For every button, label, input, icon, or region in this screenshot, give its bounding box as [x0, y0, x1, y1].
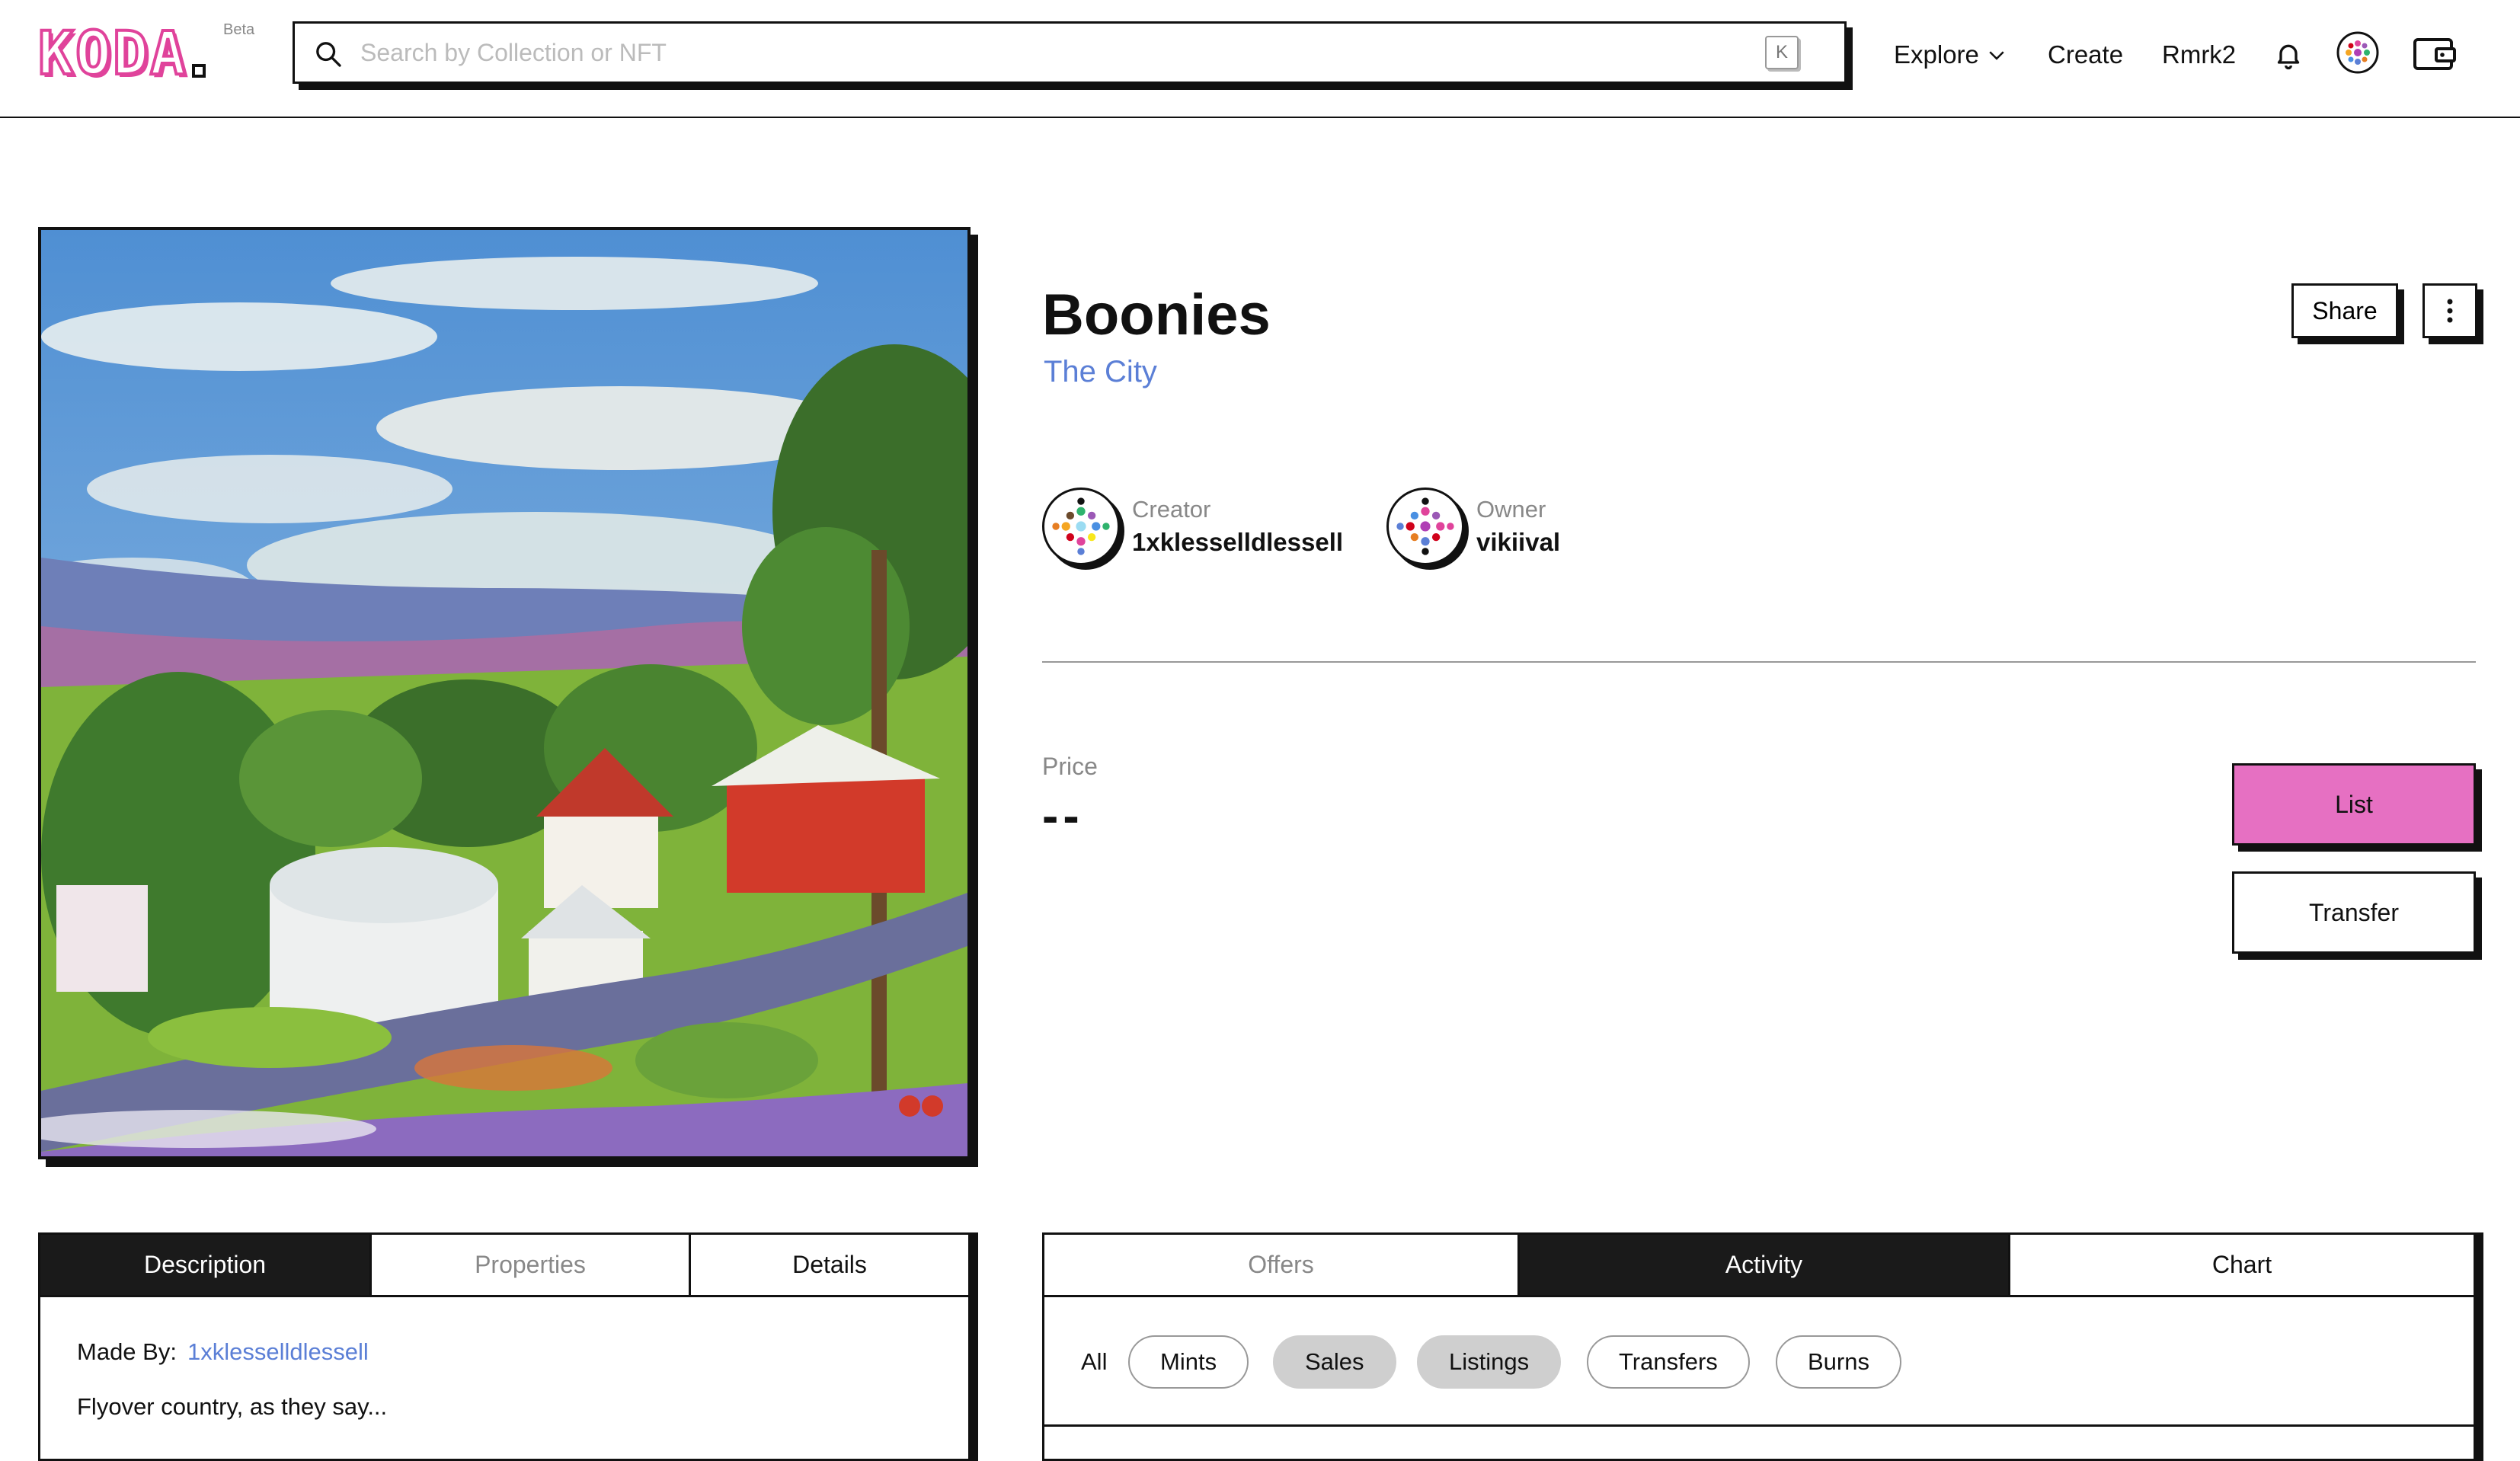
tab-properties[interactable]: Properties — [372, 1235, 691, 1295]
creator-avatar — [1042, 488, 1120, 565]
keyboard-shortcut-hint: K — [1765, 36, 1799, 69]
avatar-icon — [2336, 31, 2379, 74]
list-button[interactable]: List — [2232, 763, 2476, 846]
filter-mints[interactable]: Mints — [1128, 1335, 1249, 1389]
logo-dot — [191, 64, 206, 78]
search-icon — [316, 42, 341, 67]
filter-sales[interactable]: Sales — [1273, 1335, 1396, 1389]
nft-image — [41, 230, 967, 1156]
price-value: -- — [1042, 788, 1084, 843]
tab-chart[interactable]: Chart — [2010, 1235, 2474, 1295]
creator-text: Creator 1xklesselldlessell — [1132, 494, 1343, 559]
explore-label: Explore — [1894, 40, 1979, 69]
owner-avatar — [1386, 488, 1464, 565]
explore-menu[interactable]: Explore — [1894, 34, 2008, 76]
kebab-menu-icon — [2447, 299, 2453, 323]
filter-transfers[interactable]: Transfers — [1587, 1335, 1750, 1389]
notifications-button[interactable] — [2270, 37, 2307, 73]
logo-text: KODA — [37, 20, 187, 88]
top-header: KODA Beta K Explore Create Rmrk2 — [0, 0, 2520, 118]
description-panel: Description Properties Details Made By: 1… — [38, 1232, 971, 1461]
made-by-link[interactable]: 1xklesselldlessell — [187, 1338, 369, 1365]
creator-name[interactable]: 1xklesselldlessell — [1132, 526, 1343, 559]
activity-tabs: Offers Activity Chart — [1044, 1235, 2474, 1297]
koda-logo[interactable]: KODA — [37, 20, 206, 88]
filter-listings[interactable]: Listings — [1417, 1335, 1562, 1389]
transfer-button[interactable]: Transfer — [2232, 871, 2476, 954]
wallet-button[interactable] — [2412, 34, 2458, 75]
more-options-button[interactable] — [2422, 283, 2477, 338]
description-tabs: Description Properties Details — [40, 1235, 968, 1297]
collection-link[interactable]: The City — [1044, 355, 1157, 389]
tab-details[interactable]: Details — [691, 1235, 968, 1295]
wallet-icon — [2413, 38, 2456, 70]
owner-text: Owner vikiival — [1476, 494, 1560, 559]
create-link[interactable]: Create — [2048, 34, 2123, 76]
nft-artwork[interactable] — [38, 227, 971, 1159]
section-divider — [1042, 661, 2476, 663]
price-label: Price — [1042, 753, 1098, 780]
nft-title: Boonies — [1042, 283, 1271, 347]
share-button[interactable]: Share — [2291, 283, 2398, 338]
tab-offers[interactable]: Offers — [1044, 1235, 1520, 1295]
creator-info[interactable]: Creator 1xklesselldlessell — [1042, 484, 1343, 568]
rmrk2-link[interactable]: Rmrk2 — [2162, 34, 2236, 76]
owner-label: Owner — [1476, 496, 1546, 523]
filter-burns[interactable]: Burns — [1776, 1335, 1901, 1389]
filter-all[interactable]: All — [1081, 1335, 1107, 1389]
owner-info[interactable]: Owner vikiival — [1386, 484, 1560, 568]
beta-badge: Beta — [223, 21, 255, 38]
bell-icon — [2277, 44, 2300, 70]
description-text: Flyover country, as they say... — [77, 1393, 388, 1420]
owner-name[interactable]: vikiival — [1476, 526, 1560, 559]
user-avatar-button[interactable] — [2336, 30, 2380, 75]
tab-activity[interactable]: Activity — [1520, 1235, 2010, 1295]
made-by-label: Made By: — [77, 1338, 177, 1365]
creator-label: Creator — [1132, 496, 1211, 523]
search-bar[interactable]: K — [293, 21, 1847, 84]
made-by-row: Made By: 1xklesselldlessell — [77, 1338, 369, 1366]
activity-filters: All Mints Sales Listings Transfers Burns — [1044, 1297, 2474, 1427]
search-input[interactable] — [359, 24, 1730, 82]
activity-panel: Offers Activity Chart All Mints Sales Li… — [1042, 1232, 2476, 1461]
tab-description[interactable]: Description — [40, 1235, 372, 1295]
chevron-down-icon — [1989, 51, 2004, 60]
